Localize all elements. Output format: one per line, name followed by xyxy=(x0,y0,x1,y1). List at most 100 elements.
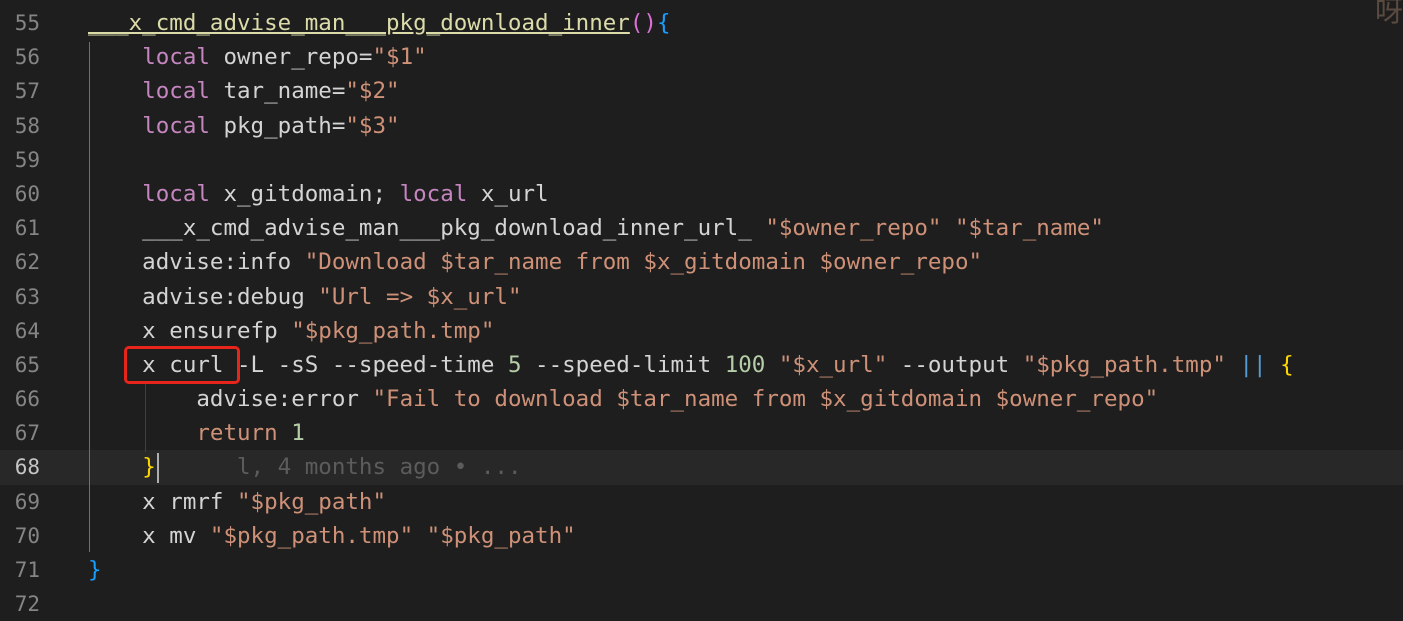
code-token: "Url => $x_url" xyxy=(318,283,522,310)
code-token: || xyxy=(1239,351,1267,378)
line-number: 56 xyxy=(14,45,40,70)
code-token: pkg_path= xyxy=(209,112,346,139)
code-token: "Download $tar_name from $x_gitdomain $o… xyxy=(304,249,983,276)
code-token: 5 xyxy=(507,351,522,378)
code-token: } xyxy=(88,557,102,583)
code-token: tar_name= xyxy=(209,78,346,105)
code-text[interactable]: ___x_cmd_advise_man___pkg_download_inner… xyxy=(88,211,1104,245)
code-token: "$pkg_path.tmp" xyxy=(291,317,495,344)
line-number: 67 xyxy=(14,421,40,446)
code-text[interactable]: return 1 xyxy=(88,416,305,450)
code-token: "$owner_repo" xyxy=(765,215,942,242)
corner-glyph: 呀 xyxy=(1374,0,1403,28)
code-line[interactable]: 72 xyxy=(0,587,1403,621)
code-token: ) xyxy=(643,10,657,36)
git-blame-annotation: l, 4 months ago • ... xyxy=(237,454,522,481)
code-token: 1 xyxy=(291,420,305,447)
line-number: 68 xyxy=(14,455,40,480)
code-token: 100 xyxy=(724,351,766,378)
code-editor[interactable]: 55 ___x_cmd_advise_man___pkg_download_inn… xyxy=(0,6,1403,621)
code-line[interactable]: 68 } l, 4 months ago • ... xyxy=(0,450,1403,485)
code-text[interactable]: local pkg_path="$3" xyxy=(88,109,399,143)
code-token: owner_repo= xyxy=(209,44,373,71)
code-token: advise:debug xyxy=(88,283,319,310)
code-line[interactable]: 56 local owner_repo="$1" xyxy=(0,40,1403,74)
line-number: 55 xyxy=(14,11,40,35)
code-token: local xyxy=(142,180,210,207)
line-number: 65 xyxy=(14,352,40,377)
indent-guide-function xyxy=(89,42,90,552)
code-token: x_url xyxy=(467,180,549,207)
code-token: --speed-limit xyxy=(521,351,725,378)
code-token: "$2" xyxy=(345,78,400,105)
code-line[interactable]: 70 x mv "$pkg_path.tmp" "$pkg_path" xyxy=(0,519,1403,553)
code-token: "$pkg_path.tmp" xyxy=(209,522,414,549)
code-text[interactable]: advise:info "Download $tar_name from $x_… xyxy=(88,245,982,279)
code-line[interactable]: 64 x ensurefp "$pkg_path.tmp" xyxy=(0,314,1403,348)
code-token: local xyxy=(142,44,210,71)
line-number: 71 xyxy=(14,558,40,582)
code-text[interactable]: x rmrf "$pkg_path" xyxy=(88,485,386,519)
code-token: local xyxy=(399,180,468,207)
code-line[interactable]: 61 ___x_cmd_advise_man___pkg_download_in… xyxy=(0,211,1403,245)
code-line[interactable]: 66 advise:error "Fail to download $tar_n… xyxy=(0,382,1403,416)
code-line[interactable]: 57 local tar_name="$2" xyxy=(0,74,1403,108)
code-token: ( xyxy=(629,10,644,36)
code-text[interactable]: advise:debug "Url => $x_url" xyxy=(88,280,522,314)
code-token: } xyxy=(142,454,156,481)
code-line[interactable]: 60 local x_gitdomain; local x_url xyxy=(0,177,1403,211)
code-token: ___x_cmd_advise_man___pkg_download_inner xyxy=(88,10,630,36)
code-token: { xyxy=(656,10,671,36)
code-line[interactable]: 67 return 1 xyxy=(0,416,1403,450)
code-token: x rmrf xyxy=(88,488,238,515)
code-text[interactable]: local owner_repo="$1" xyxy=(88,40,427,74)
code-line[interactable]: 62 advise:info "Download $tar_name from … xyxy=(0,245,1403,279)
code-line[interactable]: 59 xyxy=(0,143,1403,177)
line-number: 58 xyxy=(14,113,40,138)
line-number: 64 xyxy=(14,318,40,343)
code-text[interactable]: ___x_cmd_advise_man___pkg_download_inner… xyxy=(88,6,671,40)
code-text[interactable]: x curl -L -sS --speed-time 5 --speed-lim… xyxy=(88,348,1293,382)
code-token: --output xyxy=(887,351,1023,378)
text-cursor xyxy=(157,453,159,483)
code-text[interactable]: advise:error "Fail to download $tar_name… xyxy=(88,382,1158,416)
code-token: return xyxy=(196,420,278,447)
code-text[interactable]: x ensurefp "$pkg_path.tmp" xyxy=(88,314,494,348)
code-line[interactable]: 58 local pkg_path="$3" xyxy=(0,109,1403,143)
code-token: x mv xyxy=(88,522,210,549)
code-text[interactable]: x mv "$pkg_path.tmp" "$pkg_path" xyxy=(88,519,576,553)
code-token: "$pkg_path" xyxy=(237,488,387,515)
code-token: local xyxy=(142,112,210,139)
line-number: 72 xyxy=(14,592,40,617)
line-number: 66 xyxy=(14,387,40,412)
code-token: "$x_url" xyxy=(778,351,888,378)
line-number: 60 xyxy=(14,181,40,206)
code-token: advise:info xyxy=(88,249,305,276)
code-text[interactable]: local x_gitdomain; local x_url xyxy=(88,177,549,211)
code-line[interactable]: 63 advise:debug "Url => $x_url" xyxy=(0,280,1403,314)
code-token: "$1" xyxy=(372,44,427,71)
code-line[interactable]: 69 x rmrf "$pkg_path" xyxy=(0,485,1403,519)
line-number: 63 xyxy=(14,284,40,309)
code-token: x ensurefp xyxy=(88,317,292,344)
code-line[interactable]: 71} xyxy=(0,553,1403,587)
line-number: 69 xyxy=(14,489,40,514)
code-token: "$pkg_path" xyxy=(426,522,576,549)
code-text[interactable]: } l, 4 months ago • ... xyxy=(88,450,522,484)
code-text[interactable]: } xyxy=(88,553,102,587)
code-text[interactable]: local tar_name="$2" xyxy=(88,74,400,108)
line-number: 59 xyxy=(14,147,40,172)
code-token: "$tar_name" xyxy=(954,215,1104,242)
code-token: "Fail to download $tar_name from $x_gitd… xyxy=(372,386,1159,413)
code-line[interactable]: 55 ___x_cmd_advise_man___pkg_download_inn… xyxy=(0,6,1403,40)
